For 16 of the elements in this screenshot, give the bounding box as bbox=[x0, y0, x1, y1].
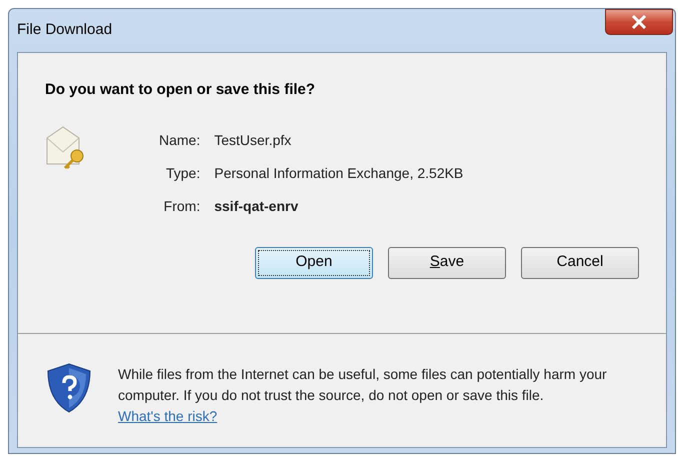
close-button[interactable] bbox=[605, 9, 673, 35]
dialog-button[interactable]: Cancel bbox=[521, 246, 639, 278]
window-title: File Download bbox=[17, 20, 112, 40]
field-value: Personal Information Exchange, 2.52KB bbox=[214, 164, 464, 183]
warning-text: While files from the Internet can be useful, some files can potentially harm your computer. If you do not trust the source, do not open or save this file. What's the risk? bbox=[118, 365, 608, 426]
field-label: From: bbox=[162, 196, 200, 216]
dialog-heading: Do you want to open or save this file? bbox=[45, 80, 316, 100]
field-label: Type: bbox=[164, 164, 200, 183]
field-label: Name: bbox=[159, 130, 200, 150]
close-icon bbox=[631, 15, 647, 29]
field-value: ssif-qat-enrv bbox=[214, 196, 300, 216]
shield-question-icon bbox=[46, 362, 92, 414]
risk-link[interactable]: What's the risk? bbox=[118, 408, 218, 424]
dialog-button[interactable]: Save bbox=[388, 246, 506, 278]
dialog-button[interactable]: Open bbox=[255, 246, 373, 278]
field-value: TestUser.pfx bbox=[214, 130, 292, 150]
